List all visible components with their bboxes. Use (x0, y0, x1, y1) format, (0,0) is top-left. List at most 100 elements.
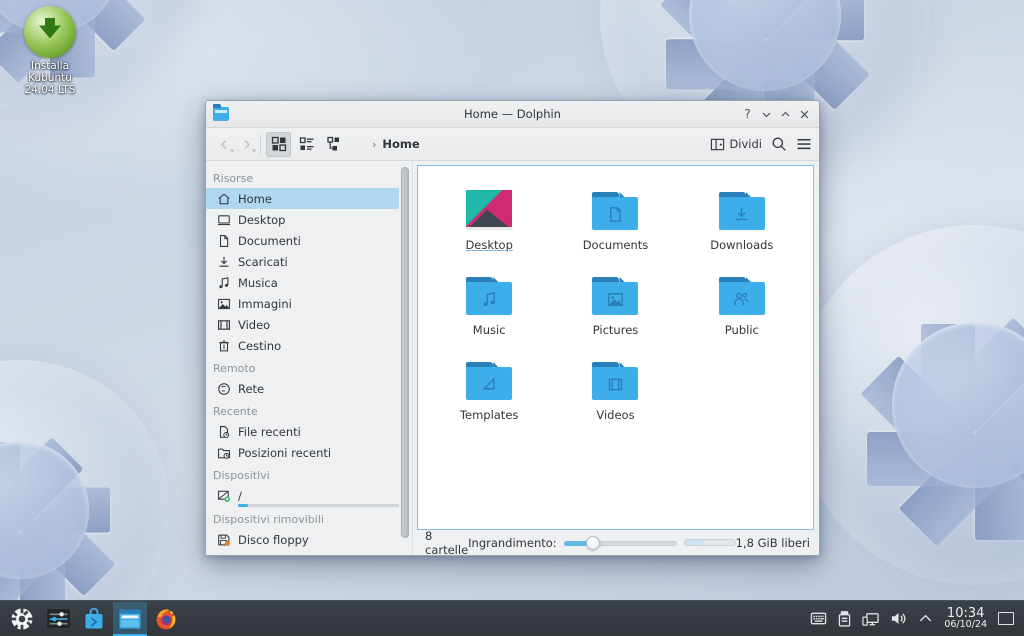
sidebar-item-root-device[interactable]: / (206, 485, 399, 506)
breadcrumb[interactable]: › Home (372, 137, 420, 151)
folder-videos-icon (552, 352, 678, 400)
sidebar-item-home[interactable]: Home (206, 188, 399, 209)
digital-clock[interactable]: 10:34 06/10/24 (944, 606, 987, 631)
sidebar-item-label: Video (238, 317, 271, 332)
zoom-control[interactable]: Ingrandimento: (468, 535, 736, 550)
minimize-button[interactable] (758, 106, 775, 123)
image-icon (216, 296, 231, 311)
firefox-browser-button[interactable] (149, 602, 183, 636)
sidebar-item-documenti[interactable]: Documenti (206, 230, 399, 251)
sidebar-group-title: Remoto (213, 362, 256, 375)
desktop-icon-label-line1: Installa Kubuntu (28, 60, 72, 84)
clipboard-icon[interactable] (810, 610, 827, 627)
file-item-label: Downloads (710, 238, 774, 252)
download-icon (216, 254, 231, 269)
folder-documents-icon (552, 182, 678, 230)
desktop-icon-label-line2: 24.04 LTS (24, 84, 76, 96)
zoom-slider[interactable] (563, 535, 677, 550)
speaker-icon[interactable] (890, 610, 907, 627)
chevron-up-icon[interactable] (918, 611, 933, 626)
maximize-button[interactable] (777, 106, 794, 123)
home-icon (216, 191, 231, 206)
main-toolbar[interactable]: ▾ ▾ › Home Dividi (206, 128, 819, 161)
close-button[interactable] (796, 106, 813, 123)
folder-music-icon (426, 267, 552, 315)
clock-date: 06/10/24 (944, 619, 987, 631)
sidebar-group-title: Dispositivi rimovibili (213, 513, 324, 526)
file-item-documents[interactable]: Documents (552, 178, 678, 252)
download-arrow-icon (24, 6, 76, 58)
file-item-label: Videos (596, 408, 635, 422)
system-settings-button[interactable] (41, 602, 75, 636)
sidebar-group-title: Dispositivi (213, 469, 270, 482)
application-menu-button[interactable] (5, 602, 39, 636)
desktop-icon-install-kubuntu[interactable]: Installa Kubuntu 24.04 LTS (8, 6, 92, 96)
sidebar-scrollbar[interactable] (401, 167, 409, 549)
icon-grid: Desktop Documents Downloads Music Pictur… (426, 178, 805, 422)
hamburger-menu-icon[interactable] (796, 136, 812, 152)
file-item-videos[interactable]: Videos (552, 348, 678, 422)
sidebar-item-rete[interactable]: Rete (206, 378, 399, 399)
music-note-icon (216, 275, 231, 290)
item-count-label: 8 cartelle (425, 528, 469, 557)
forward-arrow-icon[interactable]: ▾ (235, 132, 257, 156)
back-arrow-icon[interactable]: ▾ (213, 132, 235, 156)
sidebar-item-label: Disco floppy (238, 532, 309, 547)
details-view-button[interactable] (322, 132, 347, 157)
sidebar-item-label: Posizioni recenti (238, 445, 332, 460)
show-desktop-icon[interactable] (998, 612, 1014, 625)
trash-icon (216, 338, 231, 353)
sidebar-item-desktop[interactable]: Desktop (206, 209, 399, 230)
sidebar-scrollbar-thumb[interactable] (401, 167, 409, 538)
desktop[interactable]: Installa Kubuntu 24.04 LTS Home — Dolphi… (0, 0, 1024, 636)
dolphin-file-manager-button[interactable] (113, 601, 147, 636)
zoom-slider-handle[interactable] (586, 535, 601, 550)
wallpaper-gear-shape (795, 225, 1024, 585)
sidebar-item-scaricati[interactable]: Scaricati (206, 251, 399, 272)
window-titlebar[interactable]: Home — Dolphin ? (206, 101, 819, 128)
help-button[interactable]: ? (739, 106, 756, 123)
free-space-label: 1,8 GiB liberi (735, 535, 810, 550)
sidebar-item-label: / (238, 488, 242, 503)
file-item-downloads[interactable]: Downloads (679, 178, 805, 252)
file-item-label: Pictures (592, 323, 639, 337)
taskbar-panel[interactable]: 10:34 06/10/24 (0, 600, 1024, 636)
sidebar-item-video[interactable]: Video (206, 314, 399, 335)
sidebar-item-disco-floppy[interactable]: Disco floppy (206, 529, 399, 550)
sidebar-item-label: File recenti (238, 424, 301, 439)
dolphin-window[interactable]: Home — Dolphin ? ▾ ▾ › Home Dividi Risor… (205, 100, 820, 557)
icons-view-button[interactable] (266, 131, 291, 157)
file-item-label: Music (472, 323, 506, 337)
breadcrumb-separator-icon: › (372, 137, 377, 151)
file-item-pictures[interactable]: Pictures (552, 263, 678, 337)
folder-templates-icon (426, 352, 552, 400)
sidebar-item-label: Scaricati (238, 254, 288, 269)
compact-view-button[interactable] (294, 132, 319, 157)
sidebar-item-musica[interactable]: Musica (206, 272, 399, 293)
split-view-button[interactable]: Dividi (710, 137, 762, 152)
breadcrumb-current[interactable]: Home (382, 137, 419, 151)
sidebar-item-posizioni-recenti[interactable]: Posizioni recenti (206, 442, 399, 463)
sidebar-item-immagini[interactable]: Immagini (206, 293, 399, 314)
sidebar-item-label: Documenti (238, 233, 301, 248)
file-item-music[interactable]: Music (426, 263, 552, 337)
sidebar-item-file-recenti[interactable]: File recenti (206, 421, 399, 442)
wallpaper-gear-shape (0, 360, 170, 636)
file-item-templates[interactable]: Templates (426, 348, 552, 422)
recent-file-icon (216, 424, 231, 439)
search-icon[interactable] (771, 136, 787, 152)
network-monitor-icon[interactable] (862, 610, 880, 627)
sidebar-item-label: Rete (238, 381, 265, 396)
file-item-public[interactable]: Public (679, 263, 805, 337)
places-sidebar[interactable]: Risorse Home Desktop Documenti Scaricati… (206, 161, 413, 555)
file-item-label: Documents (582, 238, 649, 252)
sidebar-item-cestino[interactable]: Cestino (206, 335, 399, 356)
file-list-view[interactable]: Desktop Documents Downloads Music Pictur… (417, 165, 814, 530)
sidebar-item-label: Cestino (238, 338, 282, 353)
folder-public-icon (679, 267, 805, 315)
usb-icon[interactable] (838, 610, 851, 627)
sidebar-item-label: Immagini (238, 296, 292, 311)
discover-software-button[interactable] (77, 602, 111, 636)
folder-icon (213, 104, 229, 121)
file-item-desktop[interactable]: Desktop (426, 178, 552, 252)
